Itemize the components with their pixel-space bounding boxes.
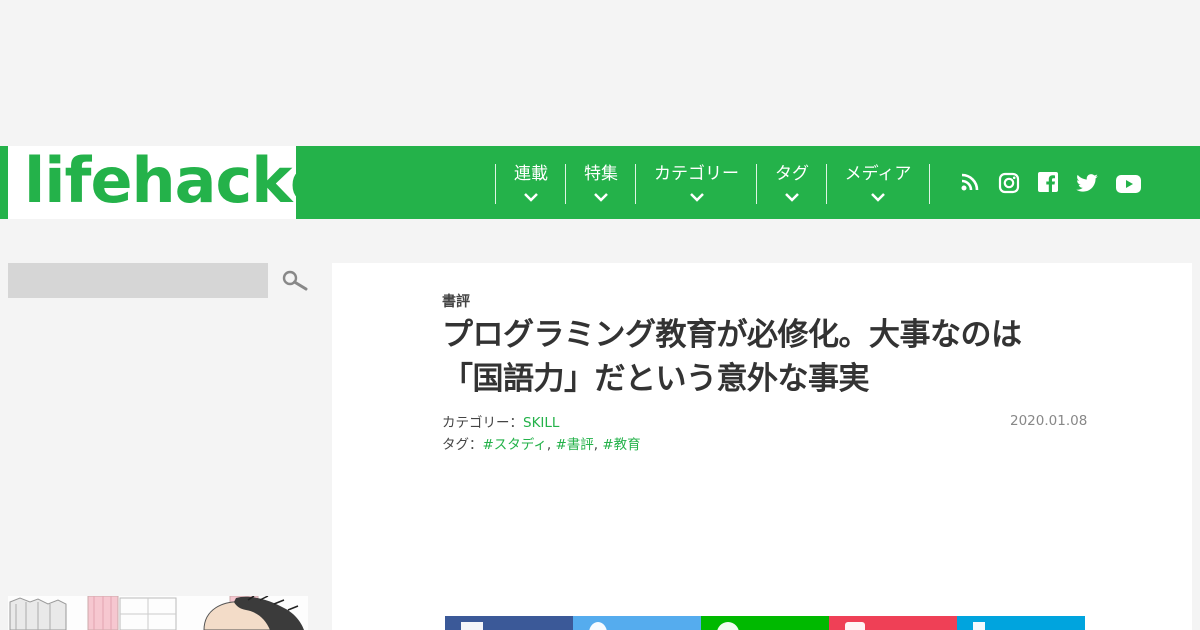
article-card: 書評 プログラミング教育が必修化。大事なのは 「国語力」だという意外な事実 カテ… <box>332 263 1192 630</box>
tag-link[interactable]: #書評 <box>555 437 593 453</box>
main-nav: 連載 特集 カテゴリー タグ メディア <box>296 146 1200 219</box>
nav-item-label: タグ <box>775 164 809 184</box>
illustration-image <box>8 596 308 630</box>
chevron-down-icon <box>785 193 799 202</box>
nav-item-series[interactable]: 連載 <box>495 164 566 204</box>
facebook-icon <box>461 622 483 630</box>
share-bar <box>445 616 1085 630</box>
chevron-down-icon <box>689 193 704 202</box>
hatena-icon <box>973 622 985 630</box>
publish-date: 2020.01.08 <box>1010 413 1088 429</box>
pocket-share-button[interactable] <box>829 616 957 630</box>
article-tags-row: タグ：#スタディ, #書評, #教育 <box>442 433 641 453</box>
page-title: プログラミング教育が必修化。大事なのは 「国語力」だという意外な事実 <box>442 313 1092 401</box>
facebook-icon[interactable] <box>1038 172 1058 192</box>
chevron-down-icon <box>871 193 885 202</box>
pocket-icon <box>845 622 865 630</box>
instagram-icon[interactable] <box>998 172 1020 194</box>
nav-item-features[interactable]: 特集 <box>565 164 636 204</box>
nav-item-media[interactable]: メディア <box>826 164 930 204</box>
twitter-icon[interactable] <box>1076 174 1098 192</box>
title-line-1: プログラミング教育が必修化。大事なのは <box>442 317 1022 353</box>
tag-link[interactable]: #教育 <box>602 437 640 453</box>
nav-item-label: メディア <box>844 164 912 184</box>
nav-item-label: カテゴリー <box>654 164 739 184</box>
tags-label: タグ： <box>442 437 483 453</box>
twitter-share-button[interactable] <box>573 616 701 630</box>
logo[interactable]: lifehacker <box>0 144 361 219</box>
category-label: カテゴリー： <box>442 415 523 431</box>
hatena-share-button[interactable] <box>957 616 1085 630</box>
nav-item-label: 特集 <box>584 164 618 184</box>
chevron-down-icon <box>524 193 538 202</box>
nav-item-tags[interactable]: タグ <box>756 164 827 204</box>
nav-item-label: 連載 <box>514 164 548 184</box>
chevron-down-icon <box>594 193 608 202</box>
twitter-icon <box>589 622 607 630</box>
title-line-2: 「国語力」だという意外な事実 <box>442 361 870 397</box>
article-category-row: カテゴリー：SKILL <box>442 411 559 431</box>
sidebar-ad-illustration[interactable] <box>8 596 308 630</box>
facebook-share-button[interactable] <box>445 616 573 630</box>
search-input[interactable] <box>8 263 268 298</box>
article-section: 書評 <box>442 294 470 310</box>
logo-accent-bar <box>0 146 8 219</box>
nav-item-category[interactable]: カテゴリー <box>635 164 757 204</box>
search-icon[interactable] <box>282 270 308 292</box>
rss-icon[interactable] <box>960 172 980 192</box>
line-share-button[interactable] <box>701 616 829 630</box>
line-icon <box>717 622 739 630</box>
youtube-icon[interactable] <box>1116 175 1141 193</box>
tag-link[interactable]: #スタディ <box>483 437 547 453</box>
category-link[interactable]: SKILL <box>523 415 559 431</box>
